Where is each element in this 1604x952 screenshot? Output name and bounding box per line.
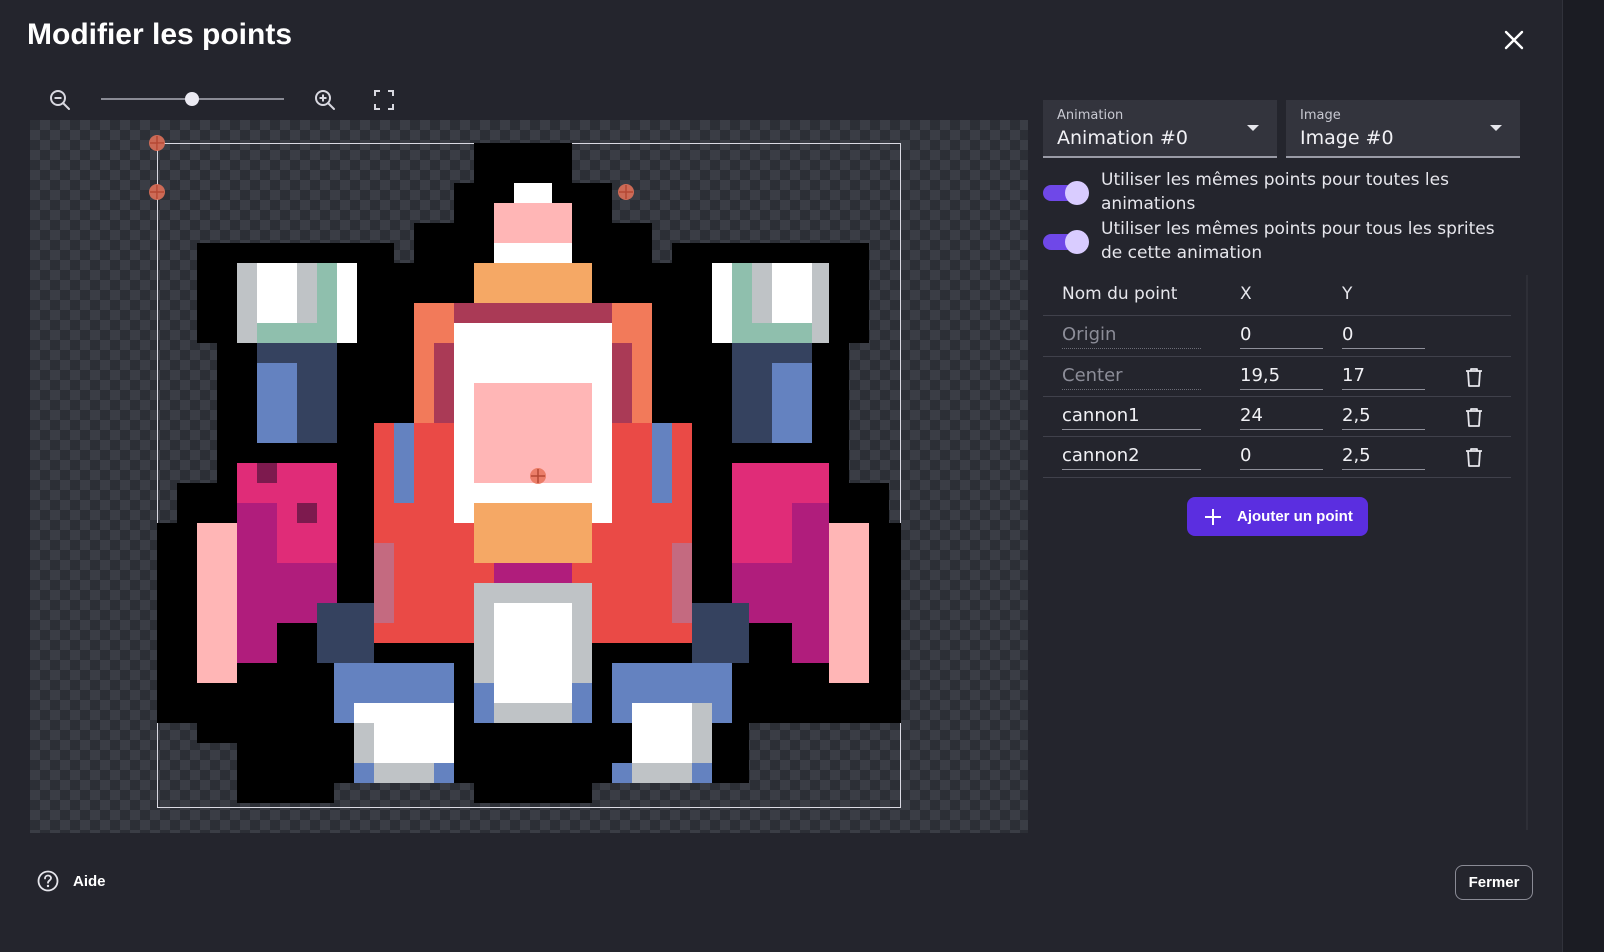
point-row-cannon2: cannon2 0 2,5 xyxy=(1043,436,1511,478)
same-points-all-sprites-toggle[interactable] xyxy=(1043,230,1091,254)
point-marker-cannon1[interactable] xyxy=(617,183,635,201)
point-row-cannon1: cannon1 24 2,5 xyxy=(1043,396,1511,437)
animation-select[interactable]: Animation Animation #0 xyxy=(1043,100,1277,158)
sprite-canvas[interactable] xyxy=(30,120,1028,833)
point-marker-origin[interactable] xyxy=(148,134,166,152)
plus-icon xyxy=(1205,508,1221,525)
point-marker-cannon2[interactable] xyxy=(148,183,166,201)
trash-icon[interactable] xyxy=(1463,366,1485,388)
animation-select-label: Animation xyxy=(1057,108,1124,123)
animation-select-value: Animation #0 xyxy=(1057,127,1188,149)
trash-icon[interactable] xyxy=(1463,406,1485,428)
dialog-title: Modifier les points xyxy=(27,18,293,51)
zoom-in-icon xyxy=(315,90,335,110)
point-y-field[interactable]: 17 xyxy=(1342,364,1425,390)
point-name-field[interactable]: cannon2 xyxy=(1062,444,1201,470)
column-header-x: X xyxy=(1240,284,1252,304)
point-y-field[interactable]: 2,5 xyxy=(1342,444,1425,470)
point-name-field: Origin xyxy=(1062,323,1201,349)
trash-icon[interactable] xyxy=(1463,446,1485,468)
close-footer-button[interactable]: Fermer xyxy=(1455,865,1533,900)
image-select-label: Image xyxy=(1300,108,1341,123)
toggle-knob xyxy=(1065,181,1089,205)
zoom-out-button[interactable] xyxy=(45,85,75,115)
same-points-all-animations-label: Utiliser les mêmes points pour toutes le… xyxy=(1101,170,1449,214)
toggle-knob xyxy=(1065,230,1089,254)
point-y-field[interactable]: 0 xyxy=(1342,323,1425,349)
close-icon xyxy=(1504,30,1524,50)
close-button[interactable] xyxy=(1496,22,1532,58)
point-y-field[interactable]: 2,5 xyxy=(1342,404,1425,430)
column-header-y: Y xyxy=(1342,284,1353,304)
point-x-field[interactable]: 0 xyxy=(1240,444,1323,470)
background-app-edge xyxy=(1563,0,1604,952)
point-row-origin: Origin 0 0 xyxy=(1043,315,1511,356)
point-x-field[interactable]: 19,5 xyxy=(1240,364,1323,390)
image-select[interactable]: Image Image #0 xyxy=(1286,100,1520,158)
same-points-all-animations-toggle[interactable] xyxy=(1043,181,1091,205)
add-point-button[interactable]: Ajouter un point xyxy=(1187,497,1368,536)
column-header-name: Nom du point xyxy=(1062,284,1178,304)
point-x-field[interactable]: 24 xyxy=(1240,404,1323,430)
point-x-field[interactable]: 0 xyxy=(1240,323,1323,349)
help-button[interactable]: Aide xyxy=(37,870,106,892)
help-icon xyxy=(37,870,59,892)
points-editor-dialog: Modifier les points Animation Animation … xyxy=(0,0,1563,952)
point-name-field: Center xyxy=(1062,364,1201,390)
fit-screen-icon xyxy=(374,90,394,110)
zoom-slider-thumb[interactable] xyxy=(185,92,199,106)
dropdown-caret-icon xyxy=(1490,125,1502,131)
point-marker-center[interactable] xyxy=(529,467,547,485)
same-points-all-sprites-label: Utiliser les mêmes points pour tous les … xyxy=(1101,219,1495,263)
point-row-center: Center 19,5 17 xyxy=(1043,356,1511,397)
zoom-in-button[interactable] xyxy=(310,85,340,115)
point-name-field[interactable]: cannon1 xyxy=(1062,404,1201,430)
fit-screen-button[interactable] xyxy=(369,85,399,115)
help-label: Aide xyxy=(73,872,106,890)
panel-scrollbar[interactable] xyxy=(1526,275,1528,830)
dropdown-caret-icon xyxy=(1247,125,1259,131)
add-point-label: Ajouter un point xyxy=(1237,508,1353,525)
zoom-out-icon xyxy=(50,90,70,110)
image-select-value: Image #0 xyxy=(1300,127,1394,149)
